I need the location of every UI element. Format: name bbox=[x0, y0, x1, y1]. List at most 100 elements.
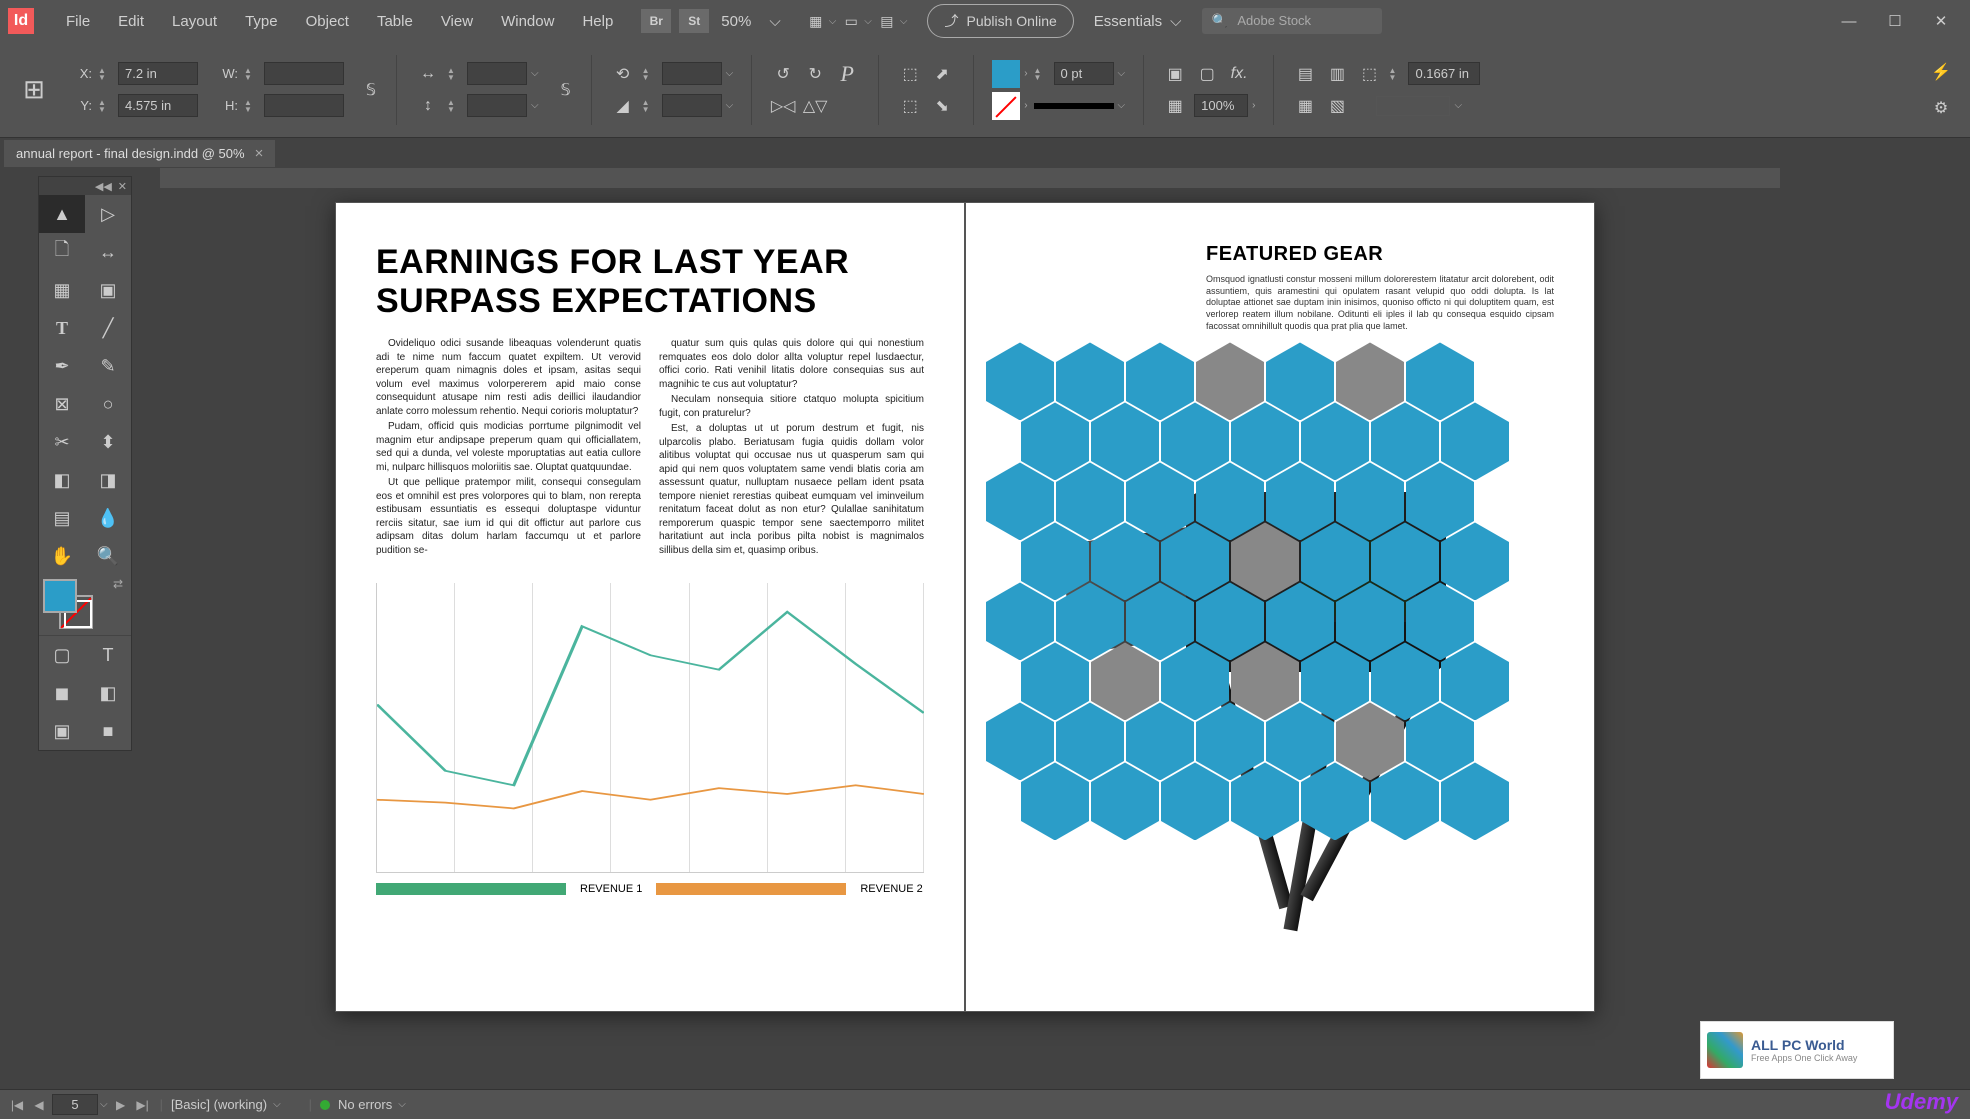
ellipse-tool[interactable]: ○ bbox=[85, 385, 131, 423]
flip-h-icon[interactable]: ▷◁ bbox=[770, 93, 796, 119]
type-tool[interactable]: T bbox=[39, 309, 85, 347]
scissors-tool[interactable]: ✂ bbox=[39, 423, 85, 461]
scale-x-input[interactable] bbox=[467, 62, 527, 85]
h-stepper[interactable]: ▲▼ bbox=[244, 99, 258, 113]
rotate-input[interactable] bbox=[662, 62, 722, 85]
preset-label[interactable]: [Basic] (working) bbox=[171, 1097, 267, 1112]
page-right[interactable]: FEATURED GEAR Omsquod ignatlusti constur… bbox=[965, 202, 1595, 1012]
reference-point-icon[interactable]: ⊞ bbox=[10, 66, 58, 114]
panel-menu-icon[interactable]: ⚙ bbox=[1928, 95, 1954, 121]
chevron-down-icon[interactable]: ⌵ bbox=[1118, 100, 1126, 111]
select-container-icon[interactable]: ⬈ bbox=[929, 61, 955, 87]
drop-shadow-icon[interactable]: ▣ bbox=[1162, 61, 1188, 87]
apply-gradient-icon[interactable]: ◧ bbox=[85, 674, 131, 712]
pencil-tool[interactable]: ✎ bbox=[85, 347, 131, 385]
close-button[interactable]: ✕ bbox=[1920, 7, 1962, 35]
y-stepper[interactable]: ▲▼ bbox=[98, 99, 112, 113]
h-input[interactable] bbox=[264, 94, 344, 117]
opacity-input[interactable] bbox=[1194, 94, 1248, 117]
effects-icon[interactable]: fx. bbox=[1226, 61, 1252, 87]
menu-type[interactable]: Type bbox=[231, 13, 292, 30]
select-content-icon[interactable]: ⬊ bbox=[929, 93, 955, 119]
workspace-switcher[interactable]: Essentials ⌵ bbox=[1094, 13, 1182, 30]
rotate-cw-icon[interactable]: ↻ bbox=[802, 61, 828, 87]
stroke-weight-input[interactable] bbox=[1054, 62, 1114, 85]
shear-input[interactable] bbox=[662, 94, 722, 117]
gap-tool[interactable]: ↔ bbox=[85, 233, 131, 271]
selection-tool[interactable]: ▲ bbox=[39, 195, 85, 233]
document-tab[interactable]: annual report - final design.indd @ 50% … bbox=[4, 140, 275, 167]
canvas[interactable]: EARNINGS FOR LAST YEAR SURPASS EXPECTATI… bbox=[0, 168, 1970, 1089]
chevron-down-icon[interactable]: ⌵ bbox=[726, 68, 734, 79]
line-tool[interactable]: ╱ bbox=[85, 309, 131, 347]
maximize-button[interactable]: ☐ bbox=[1874, 7, 1916, 35]
rotate-stepper[interactable]: ▲▼ bbox=[642, 67, 656, 81]
chevron-down-icon[interactable]: ⌵ bbox=[1118, 68, 1126, 79]
scale-x-stepper[interactable]: ▲▼ bbox=[447, 67, 461, 81]
prev-page-button[interactable]: ◀ bbox=[30, 1098, 48, 1112]
bridge-button[interactable]: Br bbox=[641, 9, 671, 33]
apply-color-frame-icon[interactable]: ▢ bbox=[39, 636, 85, 674]
chevron-down-icon[interactable]: ⌵ bbox=[100, 1099, 108, 1110]
pen-tool[interactable]: ✒ bbox=[39, 347, 85, 385]
chevron-right-icon[interactable]: › bbox=[1024, 100, 1027, 111]
corner-options-icon[interactable]: ▢ bbox=[1194, 61, 1220, 87]
flip-v-icon[interactable]: △▽ bbox=[802, 93, 828, 119]
zoom-tool[interactable]: 🔍 bbox=[85, 537, 131, 575]
auto-fit-icon[interactable]: ⬚ bbox=[1356, 61, 1382, 87]
last-page-button[interactable]: ▶| bbox=[134, 1098, 152, 1112]
page-left[interactable]: EARNINGS FOR LAST YEAR SURPASS EXPECTATI… bbox=[335, 202, 965, 1012]
menu-help[interactable]: Help bbox=[568, 13, 627, 30]
fill-color[interactable] bbox=[43, 579, 77, 613]
collapse-icon[interactable]: ◀◀ bbox=[95, 180, 112, 193]
free-transform-tool[interactable]: ⬍ bbox=[85, 423, 131, 461]
stroke-style[interactable] bbox=[1034, 103, 1114, 109]
chevron-down-icon[interactable]: ⌵ bbox=[398, 1099, 406, 1110]
arrange-icon[interactable]: ▤ bbox=[874, 8, 900, 34]
blend-input[interactable] bbox=[1376, 96, 1450, 116]
view-options-icon[interactable]: ▦ bbox=[803, 8, 829, 34]
tools-header[interactable]: ◀◀ ✕ bbox=[39, 177, 131, 195]
w-input[interactable] bbox=[264, 62, 344, 85]
menu-file[interactable]: File bbox=[52, 13, 104, 30]
constrain-scale-icon[interactable]: 𝕊 bbox=[553, 77, 579, 103]
chevron-down-icon[interactable]: ⌵ bbox=[1454, 100, 1462, 111]
zoom-select[interactable]: 50% ⌵ bbox=[721, 13, 780, 30]
minimize-button[interactable]: — bbox=[1828, 7, 1870, 35]
align-selection-icon[interactable]: ⬚ bbox=[897, 61, 923, 87]
x-stepper[interactable]: ▲▼ bbox=[98, 67, 112, 81]
page-tool[interactable]: 🗋 bbox=[39, 233, 85, 271]
chevron-right-icon[interactable]: › bbox=[1252, 100, 1255, 111]
screen-mode-icon[interactable]: ▭ bbox=[838, 8, 864, 34]
stroke-swatch[interactable] bbox=[992, 92, 1020, 120]
indent-input[interactable] bbox=[1408, 62, 1480, 85]
x-input[interactable] bbox=[118, 62, 198, 85]
shear-stepper[interactable]: ▲▼ bbox=[642, 99, 656, 113]
eyedropper-tool[interactable]: 💧 bbox=[85, 499, 131, 537]
content-placer-tool[interactable]: ▣ bbox=[85, 271, 131, 309]
text-wrap-bbox-icon[interactable]: ▥ bbox=[1324, 61, 1350, 87]
chevron-down-icon[interactable]: ⌵ bbox=[273, 1099, 281, 1110]
quick-apply-icon[interactable]: ⚡ bbox=[1928, 59, 1954, 85]
menu-view[interactable]: View bbox=[427, 13, 487, 30]
note-tool[interactable]: ▤ bbox=[39, 499, 85, 537]
align-content-icon[interactable]: ⬚ bbox=[897, 93, 923, 119]
rectangle-frame-tool[interactable]: ⊠ bbox=[39, 385, 85, 423]
content-collector-tool[interactable]: ▦ bbox=[39, 271, 85, 309]
fill-swatch[interactable] bbox=[992, 60, 1020, 88]
w-stepper[interactable]: ▲▼ bbox=[244, 67, 258, 81]
indent-stepper[interactable]: ▲▼ bbox=[1388, 67, 1402, 81]
text-wrap-none-icon[interactable]: ▤ bbox=[1292, 61, 1318, 87]
menu-edit[interactable]: Edit bbox=[104, 13, 158, 30]
fit-content-icon[interactable]: ▦ bbox=[1292, 93, 1318, 119]
chevron-down-icon[interactable]: ⌵ bbox=[531, 68, 539, 79]
swap-colors-icon[interactable]: ⇄ bbox=[113, 577, 123, 591]
close-icon[interactable]: ✕ bbox=[118, 180, 127, 193]
stroke-weight-stepper[interactable]: ▲▼ bbox=[1034, 67, 1048, 81]
clear-transform-icon[interactable]: P bbox=[834, 61, 860, 87]
menu-layout[interactable]: Layout bbox=[158, 13, 231, 30]
normal-view-icon[interactable]: ▣ bbox=[39, 712, 85, 750]
apply-color-icon[interactable]: ◼ bbox=[39, 674, 85, 712]
scale-y-input[interactable] bbox=[467, 94, 527, 117]
apply-color-text-icon[interactable]: T bbox=[85, 636, 131, 674]
